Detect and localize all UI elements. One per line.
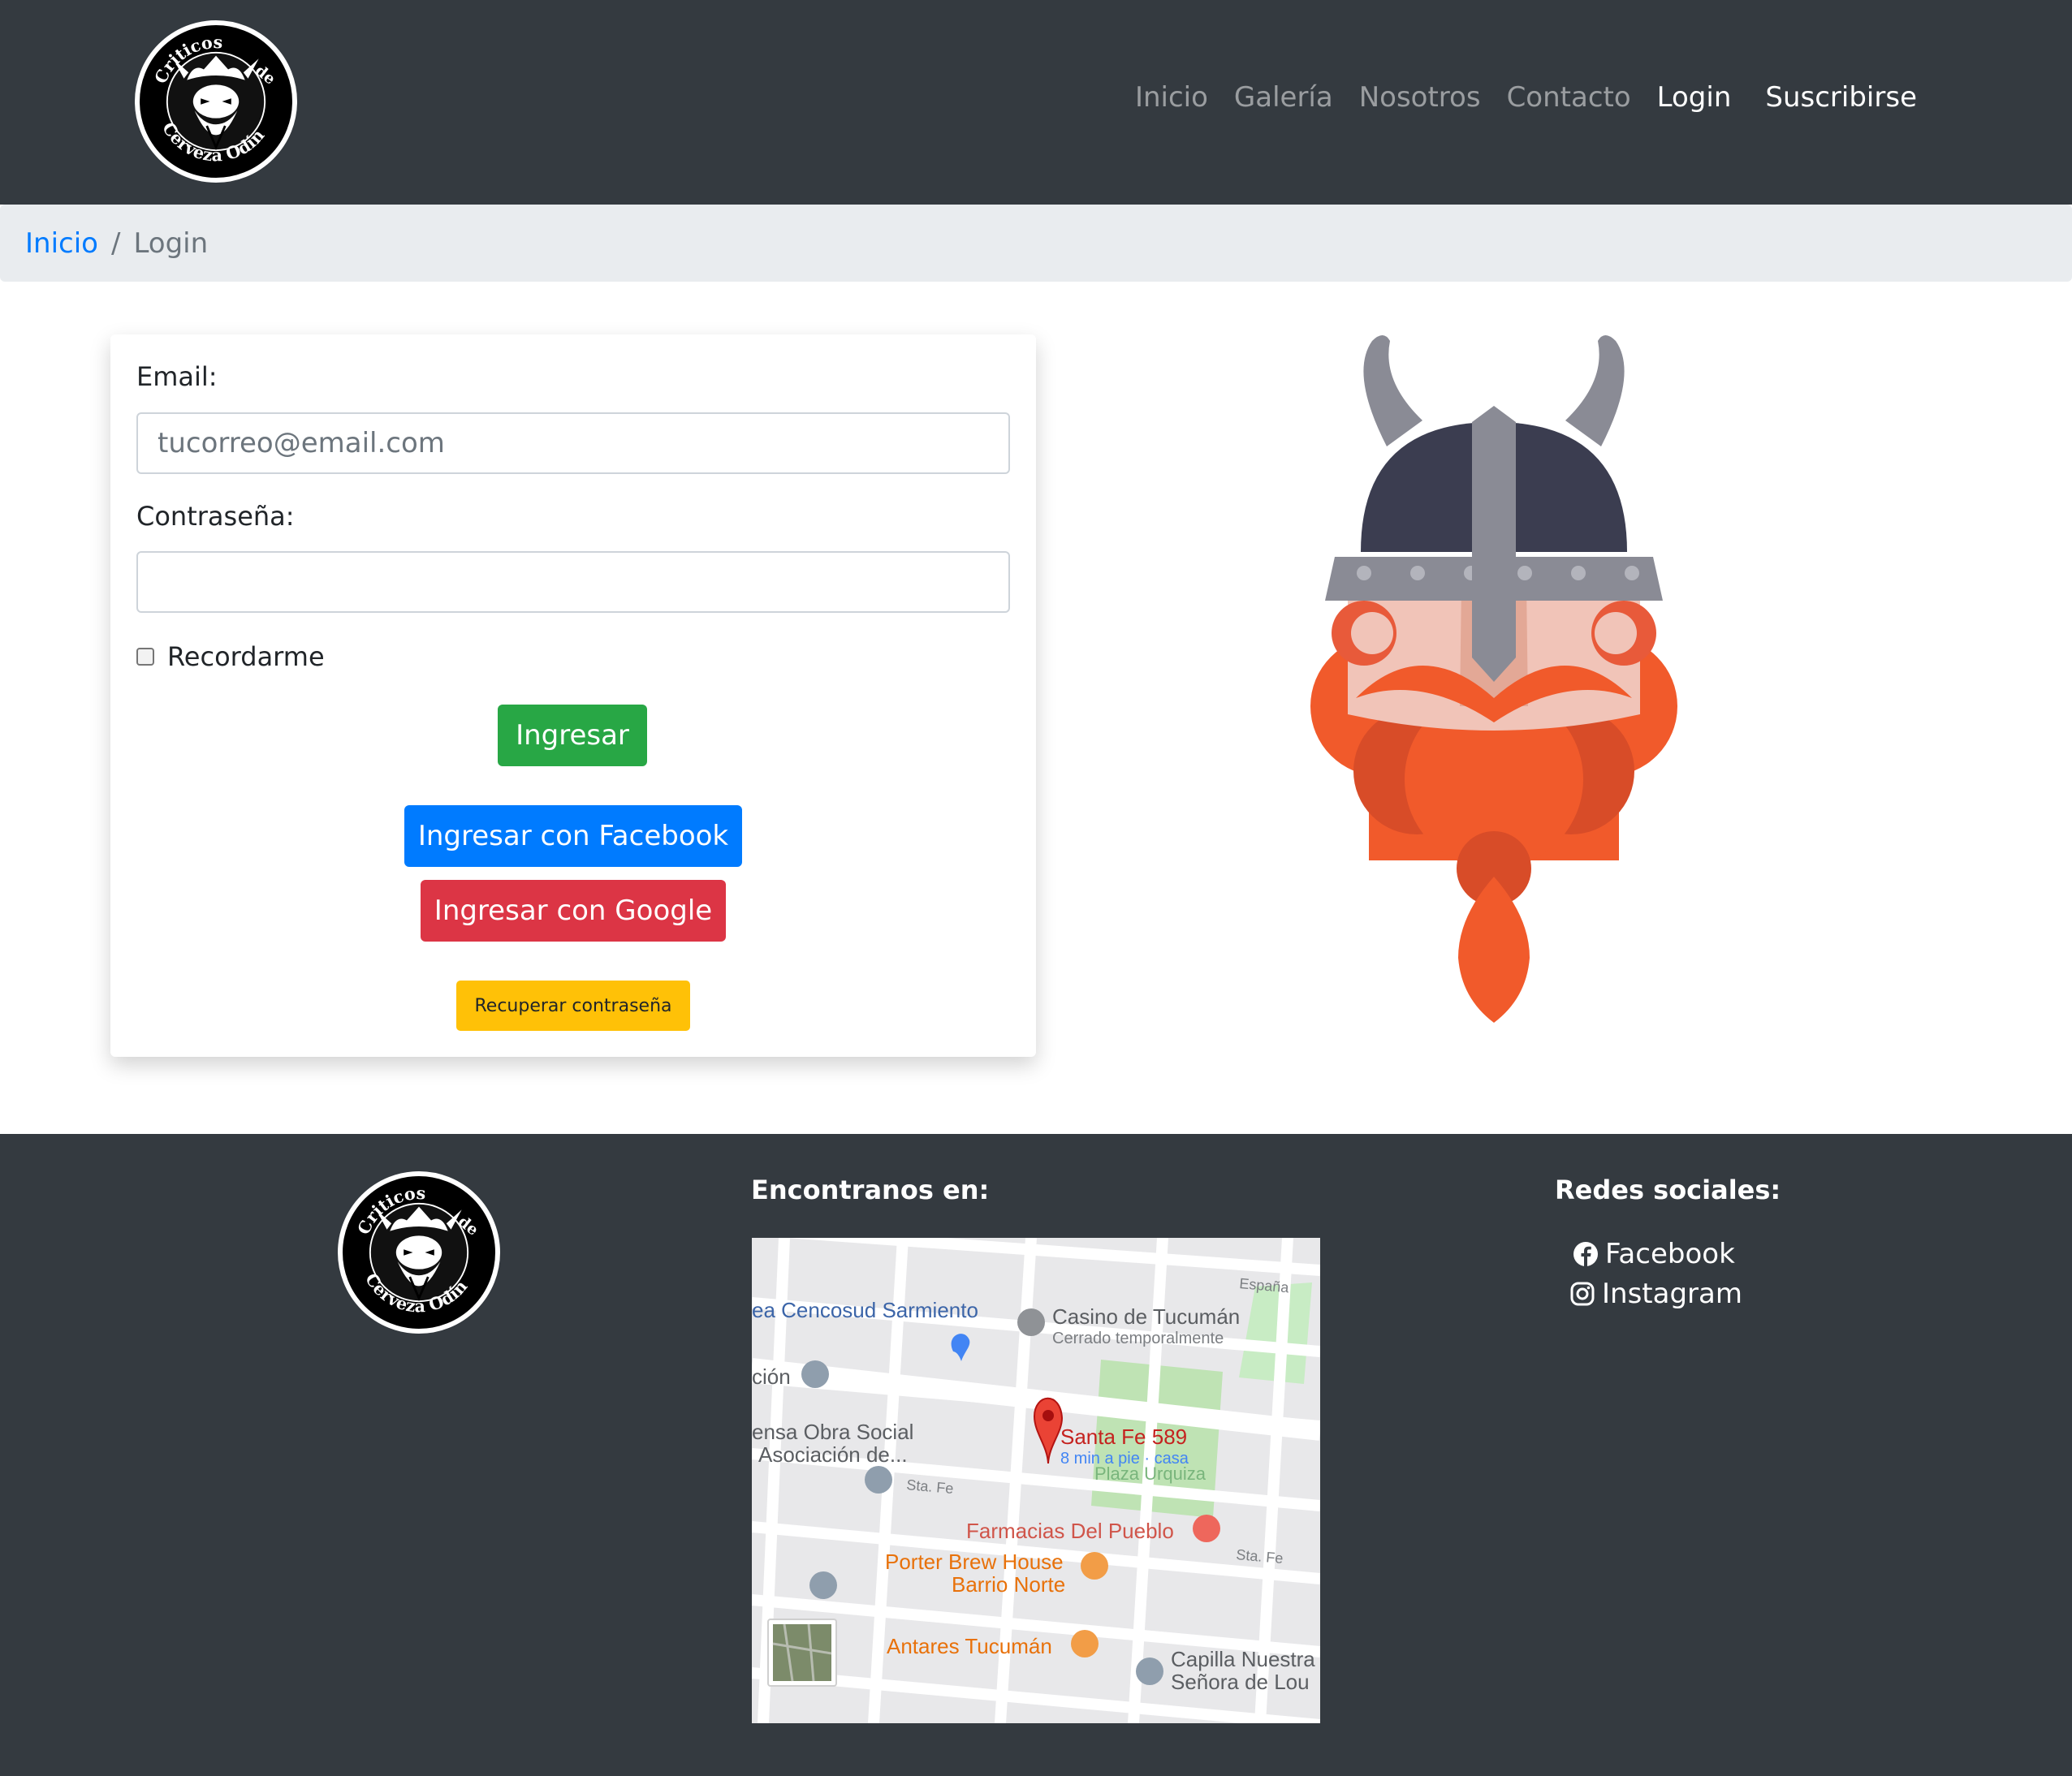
instagram-icon bbox=[1570, 1282, 1595, 1306]
google-login-button[interactable]: Ingresar con Google bbox=[421, 880, 726, 942]
nav-suscribirse[interactable]: Suscribirse bbox=[1765, 81, 1917, 114]
remember-me-checkbox[interactable] bbox=[136, 648, 154, 666]
svg-text:Porter Brew House: Porter Brew House bbox=[885, 1550, 1064, 1574]
facebook-link-label: Facebook bbox=[1605, 1238, 1735, 1270]
nav-nosotros[interactable]: Nosotros bbox=[1359, 81, 1481, 114]
email-label: Email: bbox=[136, 361, 218, 392]
nav-login[interactable]: Login bbox=[1657, 81, 1732, 114]
remember-me-label[interactable]: Recordarme bbox=[167, 641, 325, 672]
svg-text:ea Cencosud Sarmiento: ea Cencosud Sarmiento bbox=[752, 1298, 978, 1322]
svg-text:Asociación de...: Asociación de... bbox=[758, 1442, 908, 1467]
login-form: Email: Contraseña: Recordarme Ingresar I… bbox=[110, 334, 1036, 1057]
main-nav: Inicio Galería Nosotros Contacto Login S… bbox=[1109, 81, 1917, 114]
login-submit-button[interactable]: Ingresar bbox=[498, 705, 647, 766]
svg-text:ensa Obra Social: ensa Obra Social bbox=[752, 1420, 913, 1444]
brand-logo[interactable]: Criticos Cerveza Odín de bbox=[135, 20, 297, 183]
nav-inicio[interactable]: Inicio bbox=[1135, 81, 1208, 114]
svg-text:Barrio Norte: Barrio Norte bbox=[952, 1572, 1065, 1597]
svg-text:Capilla Nuestra: Capilla Nuestra bbox=[1171, 1647, 1315, 1671]
map-title: Encontranos en: bbox=[751, 1175, 990, 1205]
social-title: Redes sociales: bbox=[1555, 1175, 1781, 1205]
nav-contacto[interactable]: Contacto bbox=[1507, 81, 1631, 114]
remember-me-row: Recordarme bbox=[136, 641, 325, 672]
svg-text:Farmacias Del Pueblo: Farmacias Del Pueblo bbox=[966, 1519, 1174, 1543]
nav-galeria[interactable]: Galería bbox=[1234, 81, 1333, 114]
svg-text:Señora de Lou: Señora de Lou bbox=[1171, 1670, 1310, 1694]
password-input[interactable] bbox=[136, 551, 1010, 613]
svg-text:Santa Fe 589: Santa Fe 589 bbox=[1060, 1425, 1187, 1449]
svg-text:ción: ción bbox=[752, 1364, 791, 1389]
facebook-icon bbox=[1573, 1242, 1598, 1266]
instagram-link-label: Instagram bbox=[1602, 1278, 1742, 1310]
viking-illustration-icon bbox=[1310, 335, 1677, 1023]
breadcrumb: Inicio / Login bbox=[0, 205, 2072, 282]
svg-text:Cerrado temporalmente: Cerrado temporalmente bbox=[1052, 1330, 1224, 1347]
viking-emblem-icon: Criticos Cerveza Odín de bbox=[140, 26, 291, 177]
svg-text:Plaza Urquiza: Plaza Urquiza bbox=[1094, 1463, 1207, 1484]
facebook-link[interactable]: Facebook bbox=[1573, 1238, 1735, 1270]
password-label: Contraseña: bbox=[136, 501, 295, 532]
svg-text:Antares Tucumán: Antares Tucumán bbox=[887, 1634, 1052, 1658]
breadcrumb-home-link[interactable]: Inicio bbox=[25, 227, 98, 260]
navbar: Criticos Cerveza Odín de Inicio Galería … bbox=[0, 0, 2072, 205]
facebook-login-button[interactable]: Ingresar con Facebook bbox=[404, 805, 742, 867]
google-map[interactable]: Santa Fe 589 8 min a pie · casa Plaza Ur… bbox=[752, 1238, 1320, 1723]
svg-text:Casino de Tucumán: Casino de Tucumán bbox=[1052, 1304, 1240, 1329]
breadcrumb-separator: / bbox=[110, 226, 121, 260]
viking-emblem-icon: Criticos Cerveza Odín de bbox=[343, 1177, 494, 1328]
instagram-link[interactable]: Instagram bbox=[1569, 1278, 1742, 1310]
footer-logo[interactable]: Criticos Cerveza Odín de bbox=[338, 1171, 500, 1334]
recover-password-button[interactable]: Recuperar contraseña bbox=[456, 981, 690, 1031]
email-input[interactable] bbox=[136, 412, 1010, 474]
footer: Criticos Cerveza Odín de Encontranos en:… bbox=[0, 1134, 2072, 1776]
breadcrumb-current: Login bbox=[133, 226, 209, 260]
